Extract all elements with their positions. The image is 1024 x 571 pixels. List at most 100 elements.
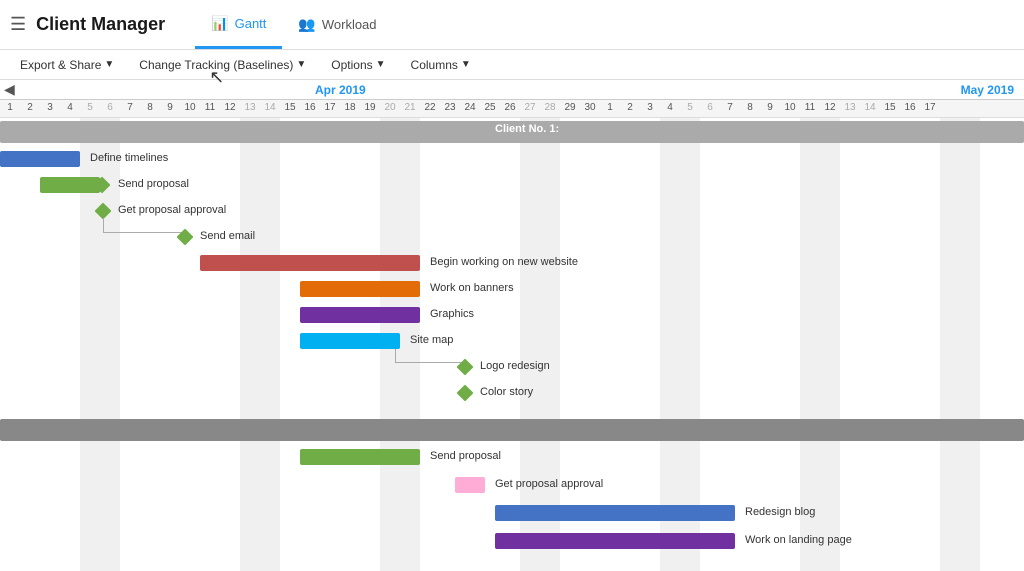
- label-get-approval2: Get proposal approval: [495, 478, 603, 490]
- day-may-12: 12: [820, 100, 840, 117]
- day-apr-17: 17: [320, 100, 340, 117]
- day-may-5: 5: [680, 100, 700, 117]
- day-apr-23: 23: [440, 100, 460, 117]
- bar-redesign-blog[interactable]: [495, 505, 735, 521]
- columns-button[interactable]: Columns ▼: [401, 54, 481, 76]
- day-apr-13: 13: [240, 100, 260, 117]
- row-send-proposal2[interactable]: Send proposal: [0, 444, 1024, 472]
- day-apr-8: 8: [140, 100, 160, 117]
- day-apr-3: 3: [40, 100, 60, 117]
- day-apr-19: 19: [360, 100, 380, 117]
- apr-days: 1 2 3 4 5 6 7 8 9 10 11 12 13 14 15 16 1…: [0, 100, 940, 117]
- row-work-banners[interactable]: Work on banners: [0, 276, 1024, 302]
- day-apr-11: 11: [200, 100, 220, 117]
- section-client2: [0, 416, 1024, 444]
- section-client1: Client No. 1:: [0, 118, 1024, 146]
- label-define-timelines: Define timelines: [90, 152, 168, 164]
- gantt-area: ◀ Apr 2019 May 2019 1 2 3 4 5 6 7 8 9 10…: [0, 80, 1024, 571]
- gantt-label: Gantt: [235, 16, 267, 31]
- label-work-landing: Work on landing page: [745, 534, 852, 546]
- bar-begin-working[interactable]: [200, 255, 420, 271]
- app-title: Client Manager: [36, 14, 165, 35]
- bar-send-proposal[interactable]: [40, 177, 100, 193]
- row-get-approval[interactable]: Get proposal approval: [0, 198, 1024, 224]
- spacer-row: [0, 406, 1024, 416]
- change-tracking-button[interactable]: Change Tracking (Baselines) ▼ ↖: [129, 54, 316, 76]
- day-apr-18: 18: [340, 100, 360, 117]
- row-get-approval2[interactable]: Get proposal approval: [0, 472, 1024, 500]
- day-apr-15: 15: [280, 100, 300, 117]
- export-share-button[interactable]: Export & Share ▼: [10, 54, 124, 76]
- day-apr-9: 9: [160, 100, 180, 117]
- label-send-email: Send email: [200, 230, 255, 242]
- columns-arrow-icon: ▼: [461, 59, 471, 70]
- connector-line-2: [103, 224, 104, 232]
- day-may-6: 6: [700, 100, 720, 117]
- bar-send-proposal2[interactable]: [300, 449, 420, 465]
- day-apr-21: 21: [400, 100, 420, 117]
- day-apr-10: 10: [180, 100, 200, 117]
- workload-label: Workload: [322, 17, 377, 32]
- tab-gantt[interactable]: 📊 Gantt: [195, 0, 282, 49]
- label-graphics: Graphics: [430, 308, 474, 320]
- connector-line-3: [103, 232, 183, 233]
- bar-work-landing[interactable]: [495, 533, 735, 549]
- label-logo-redesign: Logo redesign: [480, 360, 550, 372]
- day-apr-1: 1: [0, 100, 20, 117]
- day-may-1: 1: [600, 100, 620, 117]
- day-may-13: 13: [840, 100, 860, 117]
- tab-workload[interactable]: 👥 Workload: [282, 0, 392, 49]
- day-apr-4: 4: [60, 100, 80, 117]
- day-numbers-row: 1 2 3 4 5 6 7 8 9 10 11 12 13 14 15 16 1…: [0, 100, 1024, 118]
- day-apr-20: 20: [380, 100, 400, 117]
- label-send-proposal: Send proposal: [118, 178, 189, 190]
- row-redesign-blog[interactable]: Redesign blog: [0, 500, 1024, 528]
- day-may-17: 17: [920, 100, 940, 117]
- section-client2-bar: [0, 419, 1024, 441]
- client1-label: Client No. 1:: [495, 123, 559, 135]
- bar-get-approval2[interactable]: [455, 477, 485, 493]
- toolbar: Export & Share ▼ Change Tracking (Baseli…: [0, 50, 1024, 80]
- day-apr-30: 30: [580, 100, 600, 117]
- day-may-3: 3: [640, 100, 660, 117]
- row-begin-working[interactable]: Begin working on new website: [0, 250, 1024, 276]
- day-apr-28: 28: [540, 100, 560, 117]
- scroll-left-arrow[interactable]: ◀: [4, 81, 15, 98]
- bar-work-banners[interactable]: [300, 281, 420, 297]
- label-color-story: Color story: [480, 386, 533, 398]
- bar-graphics[interactable]: [300, 307, 420, 323]
- label-send-proposal2: Send proposal: [430, 450, 501, 462]
- label-begin-working: Begin working on new website: [430, 256, 578, 268]
- gantt-icon: 📊: [211, 15, 228, 32]
- day-may-16: 16: [900, 100, 920, 117]
- row-work-landing[interactable]: Work on landing page: [0, 528, 1024, 556]
- options-arrow-icon: ▼: [376, 59, 386, 70]
- hamburger-menu[interactable]: ☰: [10, 14, 26, 35]
- day-may-8: 8: [740, 100, 760, 117]
- row-send-proposal[interactable]: Send proposal: [0, 172, 1024, 198]
- day-may-9: 9: [760, 100, 780, 117]
- options-button[interactable]: Options ▼: [321, 54, 395, 76]
- day-apr-25: 25: [480, 100, 500, 117]
- day-apr-2: 2: [20, 100, 40, 117]
- day-apr-27: 27: [520, 100, 540, 117]
- row-send-email[interactable]: Send email: [0, 224, 1024, 250]
- row-site-map[interactable]: Site map: [0, 328, 1024, 354]
- date-nav-row: ◀ Apr 2019 May 2019: [0, 80, 1024, 100]
- bar-define-timelines[interactable]: [0, 151, 80, 167]
- may-month-label: May 2019: [961, 83, 1014, 97]
- row-define-timelines[interactable]: Define timelines: [0, 146, 1024, 172]
- export-arrow-icon: ▼: [104, 59, 114, 70]
- row-color-story[interactable]: Color story: [0, 380, 1024, 406]
- day-may-2: 2: [620, 100, 640, 117]
- connector-line-5: [395, 354, 396, 362]
- bar-site-map[interactable]: [300, 333, 400, 349]
- day-apr-6: 6: [100, 100, 120, 117]
- apr-month-label: Apr 2019: [315, 83, 366, 97]
- row-logo-redesign[interactable]: Logo redesign: [0, 354, 1024, 380]
- day-may-10: 10: [780, 100, 800, 117]
- day-apr-7: 7: [120, 100, 140, 117]
- label-site-map: Site map: [410, 334, 453, 346]
- day-apr-16: 16: [300, 100, 320, 117]
- row-graphics[interactable]: Graphics: [0, 302, 1024, 328]
